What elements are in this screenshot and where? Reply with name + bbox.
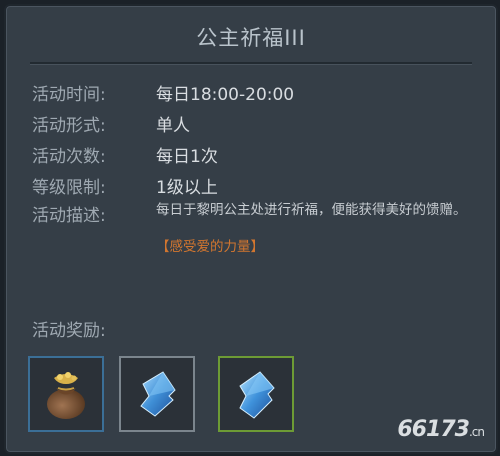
count-label: 活动次数: <box>32 147 106 167</box>
money-bag-icon <box>47 372 85 419</box>
reward-slot-bag[interactable] <box>28 356 104 432</box>
mode-value: 单人 <box>156 116 190 136</box>
rewards-label: 活动奖励: <box>32 321 106 341</box>
description-label: 活动描述: <box>32 206 106 226</box>
level-value: 1级以上 <box>156 178 218 198</box>
blue-crystal-icon <box>140 371 176 417</box>
time-value: 每日18:00-20:00 <box>156 85 295 105</box>
reward-slot-crystal-1[interactable] <box>119 356 195 432</box>
level-label: 等级限制: <box>32 178 106 198</box>
count-value: 每日1次 <box>156 147 218 167</box>
description-tag: 【感受爱的力量】 <box>156 239 264 255</box>
activity-info-panel: 公主祈福III 活动时间: 每日18:00-20:00 活动形式: 单人 活动次… <box>4 4 498 454</box>
mode-label: 活动形式: <box>32 116 106 136</box>
description-text: 每日于黎明公主处进行祈福，便能获得美好的馈赠。 <box>156 202 467 218</box>
time-label: 活动时间: <box>32 85 106 105</box>
panel-title: 公主祈福III <box>196 26 306 50</box>
title-divider <box>30 62 472 64</box>
blue-crystal-icon <box>239 371 275 419</box>
site-watermark: 66173.cn <box>397 417 485 442</box>
reward-slot-crystal-2[interactable] <box>218 356 294 432</box>
